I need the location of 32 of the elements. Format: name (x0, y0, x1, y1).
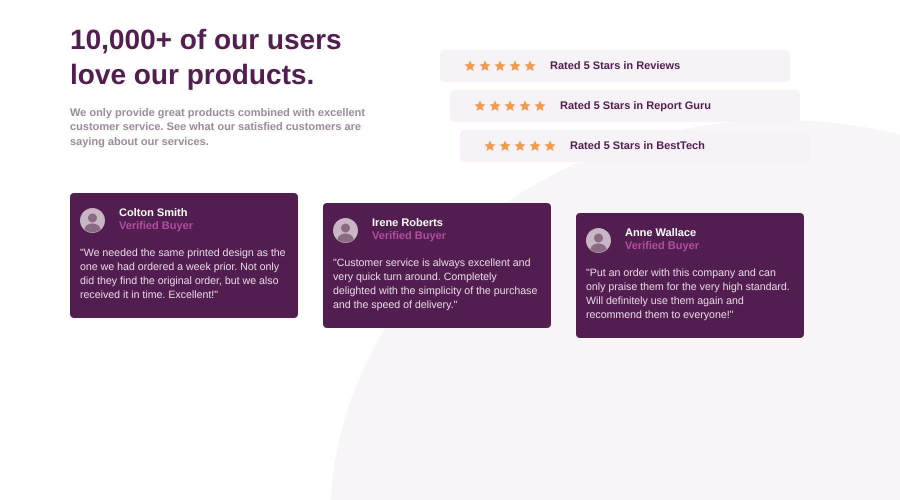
star-icon (489, 100, 501, 112)
star-icon (524, 60, 536, 72)
star-icon (484, 140, 496, 152)
verified-label: Verified Buyer (119, 220, 193, 234)
avatar-icon (586, 228, 611, 253)
star-icon (494, 60, 506, 72)
rating-label: Rated 5 Stars in Reviews (550, 58, 680, 74)
star-icon (464, 60, 476, 72)
reviewer-name: Colton Smith (119, 206, 188, 220)
star-icon (529, 140, 541, 152)
star-icon (504, 100, 516, 112)
verified-label: Verified Buyer (372, 230, 446, 244)
verified-label: Verified Buyer (625, 240, 699, 254)
star-icon (474, 100, 486, 112)
rating-label: Rated 5 Stars in BestTech (570, 138, 705, 154)
reviewer-name: Irene Roberts (372, 216, 444, 230)
avatar-icon (333, 218, 358, 243)
testimonial-quote: "Customer service is always excellent and very quick turn around. Completely delighted with the simplicity of the purchase and the speed of delivery." (333, 257, 538, 312)
testimonial-quote: "Put an order with this company and can only praise them for the very high standard. Will definitely use them again and recommend them to everyone!" (586, 267, 791, 322)
avatar-icon (80, 208, 105, 233)
star-icon (509, 60, 521, 72)
intro-text: We only provide great products combined with excellent customer service. See what our satisfied customers are saying about our services. (70, 106, 366, 149)
headline: 10,000+ of our users love our products. (70, 23, 343, 92)
star-icon (519, 100, 531, 112)
star-icon (544, 140, 556, 152)
star-icon (479, 60, 491, 72)
rating-label: Rated 5 Stars in Report Guru (560, 98, 711, 114)
star-icon (534, 100, 546, 112)
star-icon (499, 140, 511, 152)
reviewer-name: Anne Wallace (625, 226, 698, 240)
star-icon (514, 140, 526, 152)
testimonial-quote: "We needed the same printed design as the one we had ordered a week prior. Not only did they find the original order, but we also received it in time. Excellent!" (80, 247, 287, 302)
